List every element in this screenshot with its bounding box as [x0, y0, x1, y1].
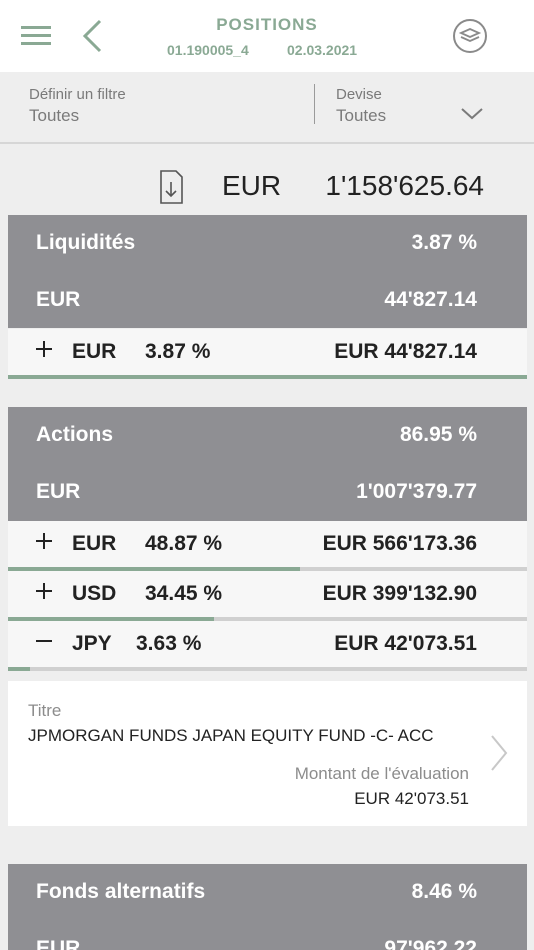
row-percent: 3.63 %	[136, 632, 202, 655]
category-percent: 86.95 %	[399, 423, 477, 446]
currency-row-eur[interactable]: EUR 3.87 % EUR 44'827.14	[8, 329, 527, 379]
filter-label: Définir un filtre	[29, 86, 126, 103]
chevron-right-icon[interactable]	[489, 733, 509, 773]
row-percent: 3.87 %	[145, 340, 211, 363]
currency-label: Devise	[336, 86, 382, 103]
account-number: 01.190005_4	[167, 42, 249, 58]
chevron-down-icon[interactable]	[460, 106, 484, 122]
security-name: JPMORGAN FUNDS JAPAN EQUITY FUND -C- ACC	[28, 726, 434, 745]
currency-value: Toutes	[336, 106, 387, 125]
minus-icon	[36, 640, 52, 642]
row-percent: 48.87 %	[145, 532, 223, 555]
category-currency: EUR	[36, 480, 81, 503]
category-percent: 8.46 %	[411, 880, 477, 903]
row-currency: USD	[72, 582, 117, 605]
allocation-fill	[8, 667, 30, 671]
category-actions[interactable]: Actions 86.95 % EUR 1'007'379.77	[8, 407, 527, 521]
row-amount: EUR 399'132.90	[322, 582, 477, 605]
row-amount: EUR 42'073.51	[334, 632, 477, 655]
row-currency: EUR	[72, 532, 117, 555]
position-date: 02.03.2021	[287, 42, 358, 58]
category-amount: 97'962.22	[384, 937, 477, 950]
category-currency: EUR	[36, 288, 81, 311]
currency-dropdown[interactable]: Devise Toutes	[315, 72, 534, 142]
allocation-bar	[8, 667, 527, 671]
row-amount: EUR 566'173.36	[322, 532, 477, 555]
category-amount: 44'827.14	[384, 288, 477, 311]
plus-icon	[36, 583, 52, 599]
category-label: Fonds alternatifs	[36, 880, 206, 903]
download-icon[interactable]	[157, 169, 185, 205]
layers-icon[interactable]	[452, 18, 488, 54]
filter-bar: Définir un filtre Toutes Devise Toutes	[0, 72, 534, 144]
allocation-bar	[8, 375, 527, 379]
row-amount: EUR 44'827.14	[334, 340, 477, 363]
category-percent: 3.87 %	[411, 231, 477, 254]
security-detail-card[interactable]: Titre JPMORGAN FUNDS JAPAN EQUITY FUND -…	[8, 681, 527, 826]
plus-icon	[36, 533, 52, 549]
row-currency: JPY	[72, 632, 112, 655]
valuation-label: Montant de l'évaluation	[294, 764, 469, 783]
category-label: Actions	[36, 423, 114, 446]
valuation-amount: EUR 42'073.51	[354, 789, 469, 808]
category-liquidites[interactable]: Liquidités 3.87 % EUR 44'827.14	[8, 215, 527, 328]
total-row: EUR 1'158'625.64	[0, 166, 534, 210]
security-title-label: Titre	[28, 701, 62, 720]
allocation-fill	[8, 375, 527, 379]
row-percent: 34.45 %	[145, 582, 223, 605]
category-fonds-alternatifs[interactable]: Fonds alternatifs 8.46 % EUR 97'962.22	[8, 864, 527, 950]
category-label: Liquidités	[36, 231, 136, 254]
currency-row-usd[interactable]: USD 34.45 % EUR 399'132.90	[8, 571, 527, 621]
row-currency: EUR	[72, 340, 117, 363]
category-currency: EUR	[36, 937, 81, 950]
category-amount: 1'007'379.77	[356, 480, 477, 503]
currency-row-eur[interactable]: EUR 48.87 % EUR 566'173.36	[8, 521, 527, 571]
filter-value: Toutes	[29, 106, 80, 125]
filter-dropdown[interactable]: Définir un filtre Toutes	[0, 72, 314, 142]
total-currency: EUR	[222, 170, 282, 201]
plus-icon	[36, 341, 52, 357]
currency-row-jpy[interactable]: JPY 3.63 % EUR 42'073.51	[8, 621, 527, 671]
top-bar: POSITIONS 01.190005_4 02.03.2021	[0, 0, 534, 72]
total-amount: 1'158'625.64	[325, 170, 484, 201]
